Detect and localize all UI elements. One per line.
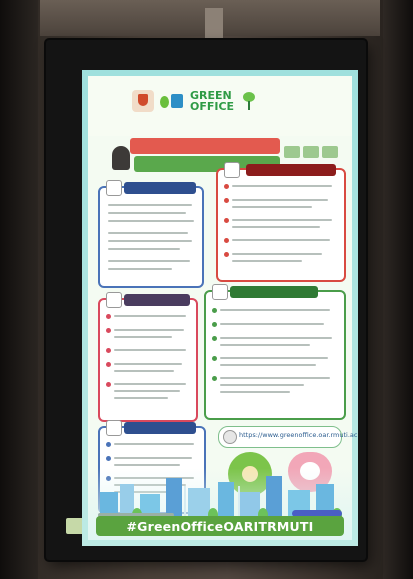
hashtag-banner: #GreenOfficeOARITRMUTI bbox=[96, 516, 344, 536]
website-bar: https://www.greenoffice.oar.rmuti.ac.th bbox=[218, 426, 358, 448]
card-header-tag bbox=[246, 164, 336, 176]
logo-row: GREEN OFFICE bbox=[132, 88, 312, 114]
measure-card-green bbox=[204, 284, 346, 420]
title-character-icon bbox=[112, 146, 130, 170]
website-url: https://www.greenoffice.oar.rmuti.ac.th bbox=[239, 431, 358, 439]
green-office-logo: GREEN OFFICE bbox=[190, 90, 234, 112]
measure-card-blue bbox=[98, 180, 204, 288]
card-header-tag bbox=[124, 294, 190, 306]
office-logo-icon bbox=[160, 92, 184, 110]
card-icon bbox=[106, 420, 122, 436]
globe-icon bbox=[223, 430, 237, 444]
wall-shadow-left bbox=[0, 0, 38, 579]
card-icon bbox=[212, 284, 228, 300]
display-monitor: GREEN OFFICE https://www.greenoffice.oar… bbox=[46, 40, 366, 560]
card-icon bbox=[106, 180, 122, 196]
tree-logo-icon bbox=[240, 92, 258, 110]
card-header-tag bbox=[230, 286, 318, 298]
monitor-brand-mark bbox=[54, 268, 62, 308]
measure-card-red bbox=[216, 162, 346, 282]
ceiling-mount bbox=[205, 8, 223, 38]
card-header-tag bbox=[124, 422, 196, 434]
wall-shadow-right bbox=[383, 0, 413, 579]
partner-logo-icon bbox=[303, 146, 319, 158]
card-icon bbox=[106, 292, 122, 308]
card-icon bbox=[224, 162, 240, 178]
poster-header: GREEN OFFICE bbox=[88, 76, 352, 136]
logo-text-office: OFFICE bbox=[190, 100, 235, 113]
partner-logo-icon bbox=[322, 146, 338, 158]
green-office-poster: GREEN OFFICE https://www.greenoffice.oar… bbox=[88, 76, 358, 540]
university-logo-icon bbox=[132, 90, 154, 112]
measure-card-pink bbox=[98, 292, 198, 422]
partner-logo-icon bbox=[284, 146, 300, 158]
title-banner-red bbox=[130, 138, 280, 154]
hashtag-text: #GreenOfficeOARITRMUTI bbox=[126, 518, 314, 534]
monitor-screen: GREEN OFFICE https://www.greenoffice.oar… bbox=[82, 70, 358, 546]
title-partner-logos bbox=[284, 146, 344, 160]
card-header-tag bbox=[124, 182, 196, 194]
